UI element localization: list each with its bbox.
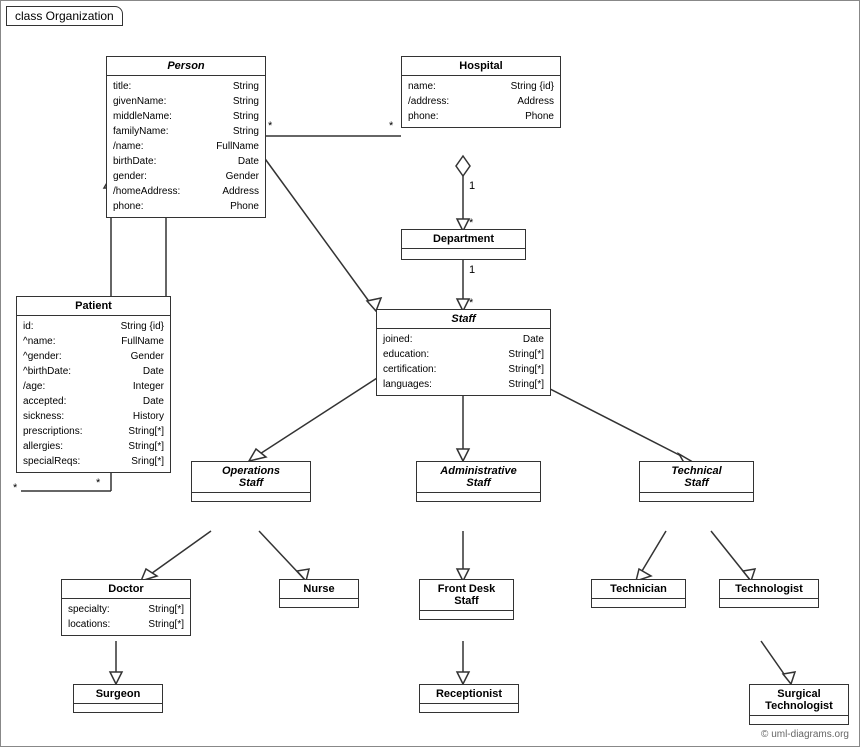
department-class-name: Department: [402, 230, 525, 249]
diagram-container: class Organization * * 1 * 1 * *: [0, 0, 860, 747]
copyright-text: © uml-diagrams.org: [761, 729, 849, 740]
hospital-class-name: Hospital: [402, 57, 560, 76]
operations-staff-class-name: Operations Staff: [192, 462, 310, 493]
operations-staff-class: Operations Staff: [191, 461, 311, 502]
svg-text:1: 1: [469, 180, 475, 192]
patient-class: Patient id:String {id} ^name:FullName ^g…: [16, 296, 171, 473]
surgical-technologist-class: Surgical Technologist: [749, 684, 849, 725]
nurse-class-attrs: [280, 599, 358, 607]
front-desk-staff-class-attrs: [420, 611, 513, 619]
diagram-title: class Organization: [6, 6, 123, 26]
svg-text:*: *: [389, 120, 394, 132]
staff-class: Staff joined:Date education:String[*] ce…: [376, 309, 551, 396]
department-class: Department: [401, 229, 526, 260]
surgical-technologist-class-name: Surgical Technologist: [750, 685, 848, 716]
receptionist-class-attrs: [420, 704, 518, 712]
nurse-class: Nurse: [279, 579, 359, 608]
front-desk-staff-class-name: Front Desk Staff: [420, 580, 513, 611]
svg-text:*: *: [13, 482, 18, 494]
svg-text:*: *: [268, 120, 273, 132]
technician-class: Technician: [591, 579, 686, 608]
svg-text:*: *: [96, 477, 101, 489]
staff-class-attrs: joined:Date education:String[*] certific…: [377, 329, 550, 395]
surgeon-class: Surgeon: [73, 684, 163, 713]
doctor-class-name: Doctor: [62, 580, 190, 599]
receptionist-class: Receptionist: [419, 684, 519, 713]
technologist-class: Technologist: [719, 579, 819, 608]
administrative-staff-class: Administrative Staff: [416, 461, 541, 502]
administrative-staff-class-attrs: [417, 493, 540, 501]
nurse-class-name: Nurse: [280, 580, 358, 599]
hospital-class: Hospital name:String {id} /address:Addre…: [401, 56, 561, 128]
technician-class-name: Technician: [592, 580, 685, 599]
doctor-class: Doctor specialty:String[*] locations:Str…: [61, 579, 191, 636]
technical-staff-class: Technical Staff: [639, 461, 754, 502]
operations-staff-class-attrs: [192, 493, 310, 501]
technologist-class-attrs: [720, 599, 818, 607]
person-class-name: Person: [107, 57, 265, 76]
administrative-staff-class-name: Administrative Staff: [417, 462, 540, 493]
technical-staff-class-attrs: [640, 493, 753, 501]
doctor-class-attrs: specialty:String[*] locations:String[*]: [62, 599, 190, 635]
patient-class-name: Patient: [17, 297, 170, 316]
patient-class-attrs: id:String {id} ^name:FullName ^gender:Ge…: [17, 316, 170, 472]
svg-text:*: *: [469, 297, 474, 309]
technologist-class-name: Technologist: [720, 580, 818, 599]
surgeon-class-attrs: [74, 704, 162, 712]
person-class: Person title:String givenName:String mid…: [106, 56, 266, 218]
technical-staff-class-name: Technical Staff: [640, 462, 753, 493]
hospital-class-attrs: name:String {id} /address:Address phone:…: [402, 76, 560, 127]
svg-text:1: 1: [469, 264, 475, 276]
surgical-technologist-class-attrs: [750, 716, 848, 724]
receptionist-class-name: Receptionist: [420, 685, 518, 704]
technician-class-attrs: [592, 599, 685, 607]
surgeon-class-name: Surgeon: [74, 685, 162, 704]
person-class-attrs: title:String givenName:String middleName…: [107, 76, 265, 217]
department-class-attrs: [402, 249, 525, 259]
front-desk-staff-class: Front Desk Staff: [419, 579, 514, 620]
staff-class-name: Staff: [377, 310, 550, 329]
svg-text:*: *: [469, 217, 474, 229]
